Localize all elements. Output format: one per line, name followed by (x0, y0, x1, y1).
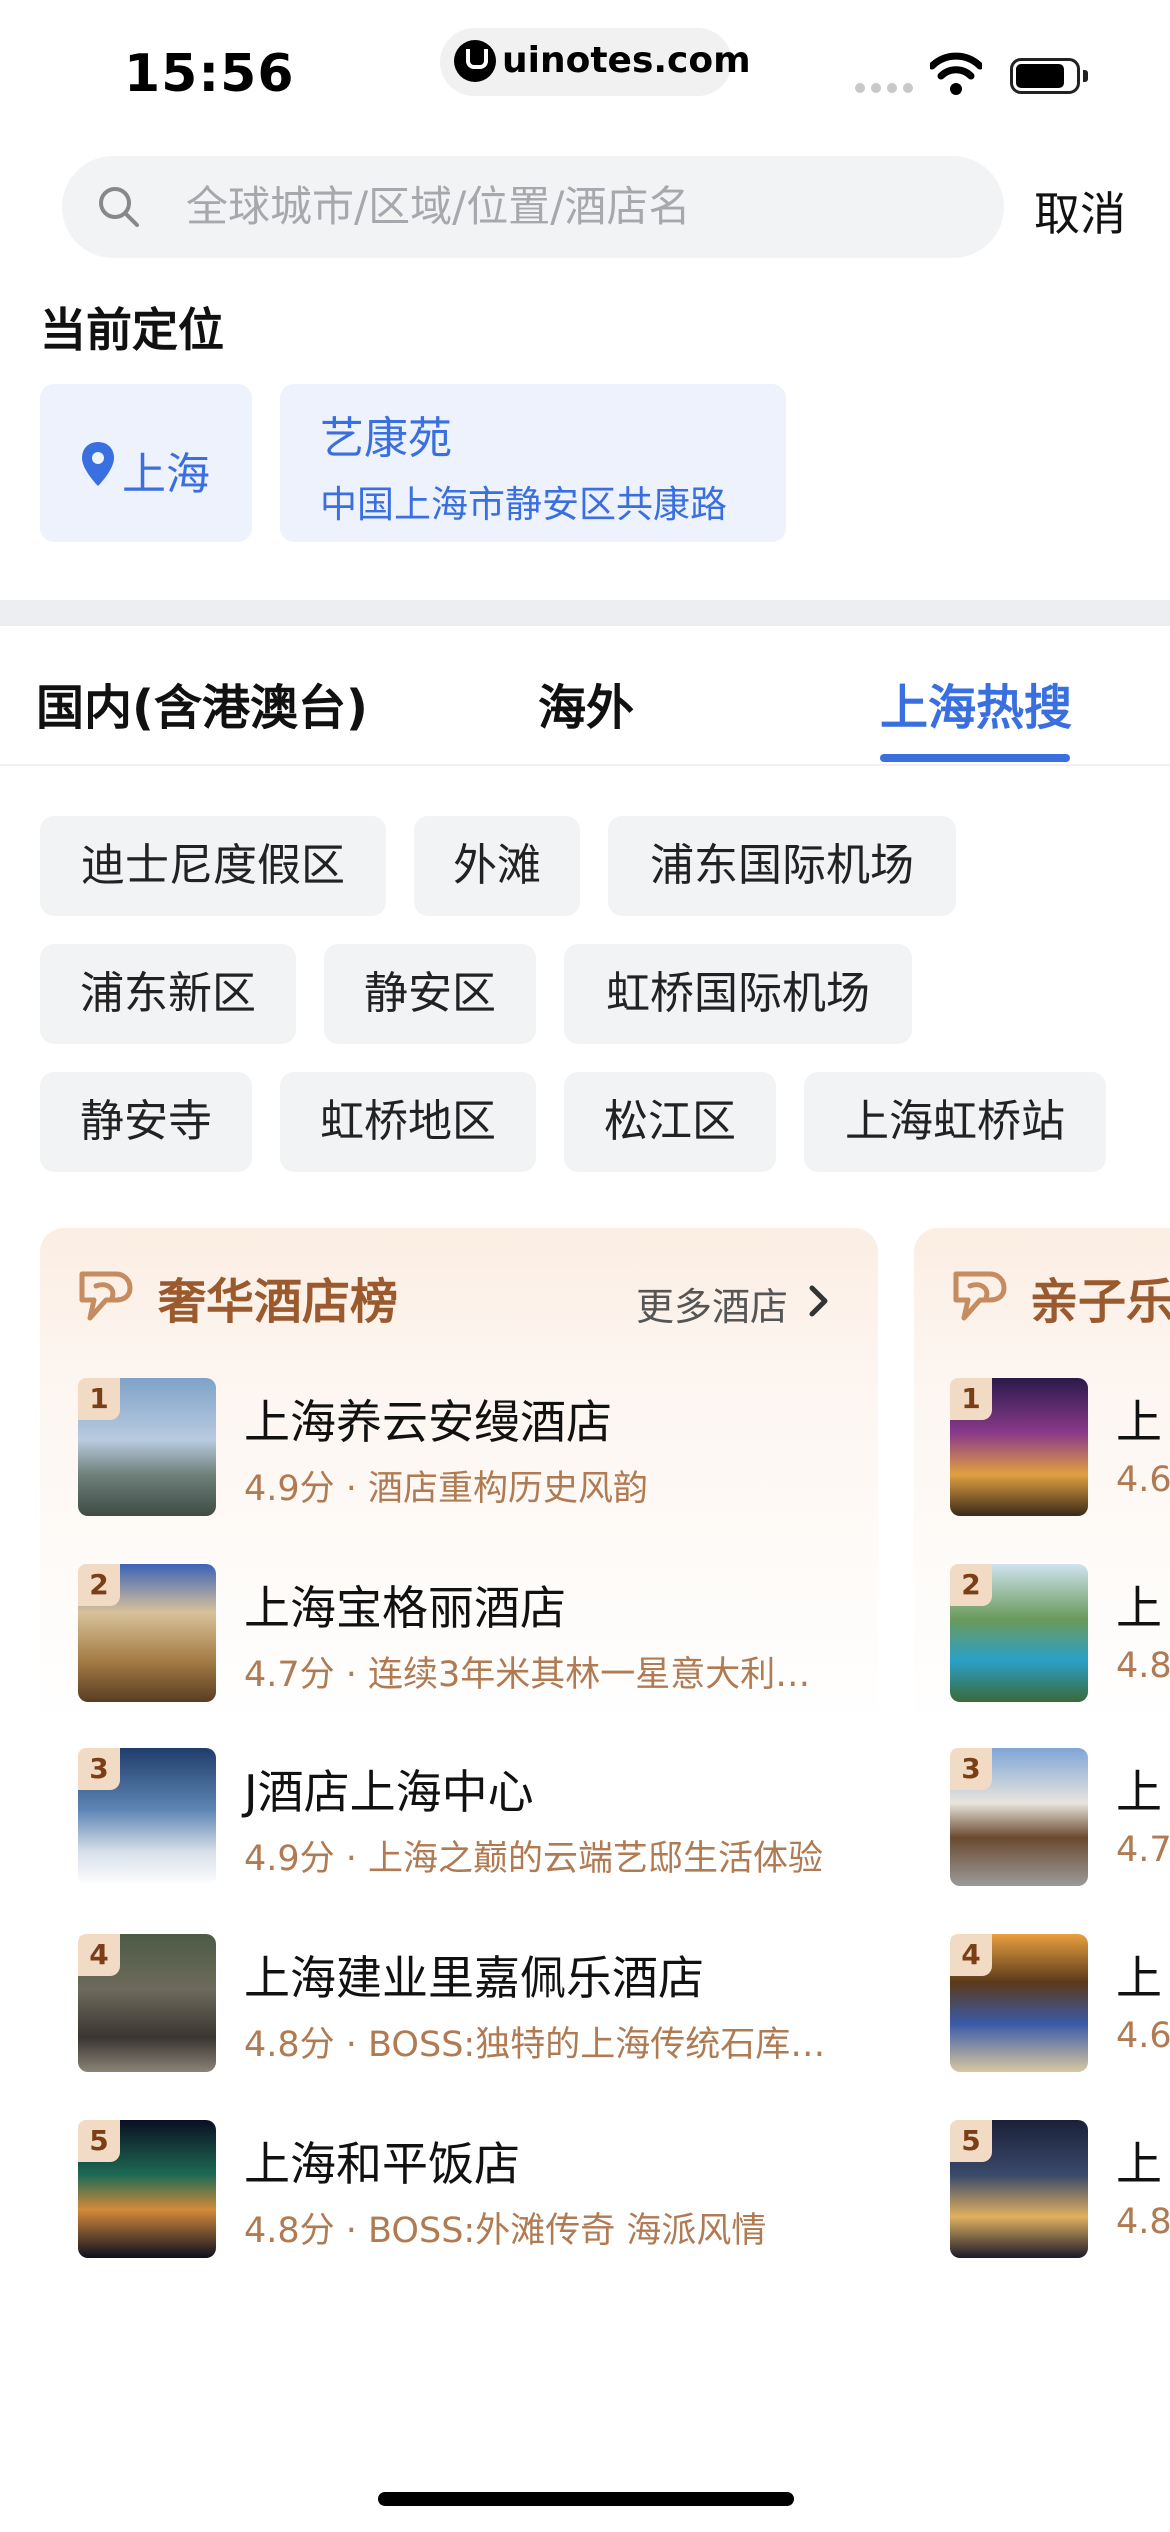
rank-badge: 4 (78, 1934, 120, 1976)
rank-badge: 3 (78, 1748, 120, 1790)
status-time: 15:56 (124, 44, 295, 104)
rank-badge: 4 (950, 1934, 992, 1976)
hotel-name[interactable]: 上 (1116, 1942, 1162, 2008)
hot-tag[interactable]: 外滩 (414, 816, 580, 916)
rank-badge: 1 (950, 1378, 992, 1420)
hot-tag[interactable]: 上海虹桥站 (804, 1072, 1106, 1172)
hotel-name[interactable]: 上海养云安缦酒店 (244, 1386, 612, 1452)
hot-tag[interactable]: 浦东新区 (40, 944, 296, 1044)
battery-level (1016, 64, 1064, 88)
cancel-button[interactable]: 取消 (1034, 178, 1126, 244)
current-location-title: 当前定位 (40, 303, 224, 357)
hotel-meta: 4.6 (1116, 1460, 1170, 1500)
hotel-name[interactable]: J酒店上海中心 (244, 1756, 534, 1822)
url-text: uinotes.com (502, 40, 751, 81)
hotel-name[interactable]: 上 (1116, 1572, 1162, 1638)
rank-badge: 5 (78, 2120, 120, 2162)
hotel-name[interactable]: 上海建业里嘉佩乐酒店 (244, 1942, 704, 2008)
hotel-meta: 4.8分 · BOSS:外滩传奇 海派风情 (244, 2211, 767, 2251)
tab-domestic[interactable]: 国内(含港澳台) (36, 668, 368, 738)
hotel-meta: 4.9分 · 上海之巅的云端艺邸生活体验 (244, 1839, 824, 1879)
rank-badge: 5 (950, 2120, 992, 2162)
home-indicator[interactable] (378, 2492, 794, 2506)
current-city-label: 上海 (122, 449, 210, 500)
search-input[interactable] (186, 176, 966, 236)
wifi-icon (930, 52, 982, 95)
chevron-right-icon (809, 1285, 828, 1317)
current-address-detail: 中国上海市静安区共康路 (320, 483, 727, 526)
hotel-meta: 4.8 (1116, 2202, 1170, 2242)
hotel-meta: 4.7 (1116, 1830, 1170, 1870)
family-card-title: 亲子乐 (1030, 1274, 1170, 1330)
section-divider (0, 600, 1170, 626)
family-card-viewport: 亲子乐 1 上 4.6 2 上 4.8 3 上 4.7 4 上 4.6 5 上 … (914, 1228, 1170, 2328)
rank-badge: 2 (950, 1564, 992, 1606)
hot-tag[interactable]: 迪士尼度假区 (40, 816, 386, 916)
hot-tag[interactable]: 静安寺 (40, 1072, 252, 1172)
current-address-name: 艺康苑 (320, 413, 452, 464)
battery-tip (1083, 70, 1088, 82)
location-pin-icon (82, 442, 114, 486)
hotel-name[interactable]: 上 (1116, 1386, 1162, 1452)
hotel-meta: 4.9分 · 酒店重构历史风韵 (244, 1469, 649, 1509)
hotel-meta: 4.7分 · 连续3年米其林一星意大利… (244, 1655, 811, 1695)
hotel-name[interactable]: 上海和平饭店 (244, 2128, 520, 2194)
hot-tag[interactable]: 静安区 (324, 944, 536, 1044)
rank-badge: 3 (950, 1748, 992, 1790)
ranking-trophy-icon (79, 1271, 133, 1321)
tab-shanghai-hot[interactable]: 上海热搜 (880, 668, 1072, 738)
rank-badge: 2 (78, 1564, 120, 1606)
rank-badge: 1 (78, 1378, 120, 1420)
more-hotels-link[interactable]: 更多酒店 (636, 1276, 788, 1331)
hotel-meta: 4.8分 · BOSS:独特的上海传统石库… (244, 2025, 826, 2065)
uinotes-logo-icon (454, 40, 496, 82)
hot-tag[interactable]: 虹桥国际机场 (564, 944, 912, 1044)
cellular-signal-icon (855, 78, 919, 97)
hot-tag[interactable]: 浦东国际机场 (608, 816, 956, 916)
active-tab-indicator (880, 754, 1070, 762)
hotel-name[interactable]: 上 (1116, 1756, 1162, 1822)
hot-tag[interactable]: 虹桥地区 (280, 1072, 536, 1172)
hotel-name[interactable]: 上海宝格丽酒店 (244, 1572, 566, 1638)
tabs-divider (0, 764, 1170, 766)
hotel-name[interactable]: 上 (1116, 2128, 1162, 2194)
search-icon (99, 187, 139, 227)
hotel-meta: 4.6 (1116, 2016, 1170, 2056)
hotel-meta: 4.8 (1116, 1646, 1170, 1686)
ranking-trophy-icon (953, 1271, 1007, 1321)
luxury-card-title: 奢华酒店榜 (158, 1274, 399, 1330)
tab-overseas[interactable]: 海外 (538, 668, 634, 738)
hot-tag[interactable]: 松江区 (564, 1072, 776, 1172)
